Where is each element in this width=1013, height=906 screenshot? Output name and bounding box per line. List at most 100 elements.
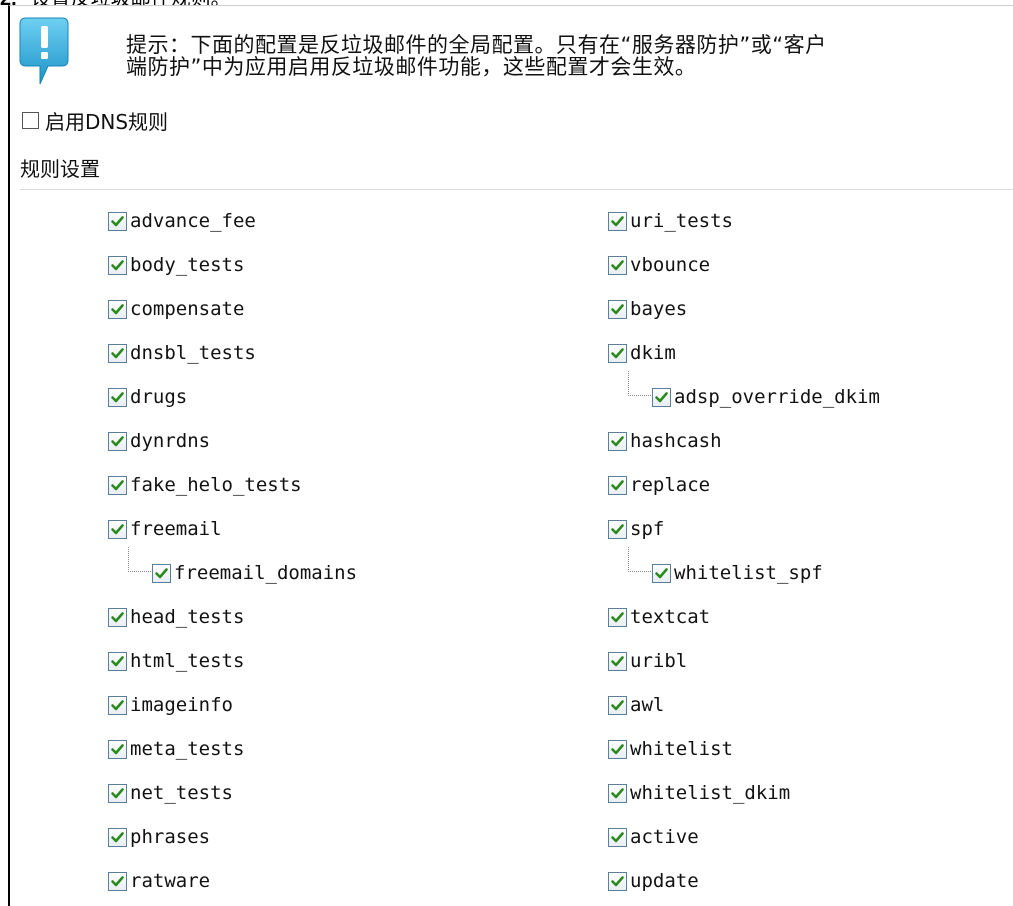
checkbox-checked-icon[interactable] (108, 343, 127, 363)
anti-spam-settings-panel: 提示：下面的配置是反垃圾邮件的全局配置。只有在“服务器防护”或“客户 端防护”中… (8, 5, 1013, 906)
checkbox-checked-icon[interactable] (608, 739, 627, 759)
rule-checkbox-ratware[interactable]: ratware (108, 869, 210, 893)
rule-label: phrases (130, 826, 211, 848)
rule-label: dkim (630, 342, 676, 364)
rule-label: dnsbl_tests (130, 342, 256, 364)
checkbox-checked-icon[interactable] (608, 475, 627, 495)
checkbox-checked-icon[interactable] (608, 827, 627, 847)
checkbox-checked-icon[interactable] (608, 651, 627, 671)
rule-checkbox-uribl[interactable]: uribl (608, 649, 687, 673)
checkbox-checked-icon[interactable] (108, 695, 127, 715)
checkbox-checked-icon[interactable] (152, 563, 171, 583)
checkbox-checked-icon[interactable] (608, 211, 627, 231)
checkbox-checked-icon[interactable] (108, 651, 127, 671)
rule-label: fake_helo_tests (130, 474, 302, 496)
rule-label: update (630, 870, 699, 892)
rule-checkbox-meta-tests[interactable]: meta_tests (108, 737, 244, 761)
checkbox-checked-icon[interactable] (108, 387, 127, 407)
checkbox-checked-icon[interactable] (108, 827, 127, 847)
rule-checkbox-dkim[interactable]: dkim (608, 341, 676, 365)
checkbox-checked-icon[interactable] (108, 431, 127, 451)
rule-label: replace (630, 474, 711, 496)
rule-checkbox-compensate[interactable]: compensate (108, 297, 244, 321)
tree-connector (128, 547, 151, 572)
checkbox-checked-icon[interactable] (608, 519, 627, 539)
rule-checkbox-freemail[interactable]: freemail (108, 517, 222, 541)
rule-label: ratware (130, 870, 211, 892)
rule-checkbox-replace[interactable]: replace (608, 473, 710, 497)
checkbox-checked-icon[interactable] (108, 211, 127, 231)
checkbox-checked-icon[interactable] (608, 431, 627, 451)
checkbox-checked-icon[interactable] (608, 343, 627, 363)
checkbox-checked-icon[interactable] (608, 871, 627, 891)
rule-label: whitelist_spf (674, 562, 823, 584)
rule-label: compensate (130, 298, 245, 320)
rule-checkbox-hashcash[interactable]: hashcash (608, 429, 722, 453)
rule-checkbox-spf[interactable]: spf (608, 517, 664, 541)
rule-label: spf (630, 518, 665, 540)
rule-checkbox-dynrdns[interactable]: dynrdns (108, 429, 210, 453)
rule-label: head_tests (130, 606, 245, 628)
rule-checkbox-textcat[interactable]: textcat (608, 605, 710, 629)
rule-checkbox-whitelist[interactable]: whitelist (608, 737, 733, 761)
rule-checkbox-head-tests[interactable]: head_tests (108, 605, 244, 629)
rule-checkbox-dnsbl-tests[interactable]: dnsbl_tests (108, 341, 256, 365)
rule-checkbox-net-tests[interactable]: net_tests (108, 781, 233, 805)
rule-checkbox-freemail-domains[interactable]: freemail_domains (152, 561, 357, 585)
checkbox-checked-icon[interactable] (108, 607, 127, 627)
exclamation-speech-bubble-icon (18, 16, 70, 88)
rule-label: vbounce (630, 254, 711, 276)
rule-label: awl (630, 694, 665, 716)
checkbox-checked-icon[interactable] (608, 783, 627, 803)
rule-checkbox-active[interactable]: active (608, 825, 699, 849)
rule-settings-title: 规则设置 (20, 157, 100, 181)
rule-label: bayes (630, 298, 688, 320)
checkbox-checked-icon[interactable] (608, 299, 627, 319)
checkbox-checked-icon[interactable] (652, 387, 671, 407)
rule-checkbox-advance-fee[interactable]: advance_fee (108, 209, 256, 233)
rule-checkbox-update[interactable]: update (608, 869, 699, 893)
checkbox-checked-icon[interactable] (108, 519, 127, 539)
tree-connector (628, 547, 651, 572)
checkbox-checked-icon[interactable] (108, 739, 127, 759)
rule-checkbox-html-tests[interactable]: html_tests (108, 649, 244, 673)
rule-checkbox-drugs[interactable]: drugs (108, 385, 187, 409)
rule-label: freemail_domains (174, 562, 358, 584)
rule-checkbox-awl[interactable]: awl (608, 693, 664, 717)
section-divider (20, 189, 1013, 190)
rule-label: drugs (130, 386, 188, 408)
rule-label: freemail (130, 518, 222, 540)
rule-checkbox-imageinfo[interactable]: imageinfo (108, 693, 233, 717)
rule-checkbox-whitelist-dkim[interactable]: whitelist_dkim (608, 781, 790, 805)
checkbox-unchecked-icon[interactable] (22, 111, 39, 129)
rule-checkbox-vbounce[interactable]: vbounce (608, 253, 710, 277)
rule-label: net_tests (130, 782, 233, 804)
rule-label: imageinfo (130, 694, 233, 716)
rule-label: meta_tests (130, 738, 245, 760)
checkbox-checked-icon[interactable] (608, 695, 627, 715)
checkbox-checked-icon[interactable] (652, 563, 671, 583)
rule-checkbox-adsp-override-dkim[interactable]: adsp_override_dkim (652, 385, 880, 409)
checkbox-checked-icon[interactable] (108, 783, 127, 803)
rule-label: body_tests (130, 254, 245, 276)
rule-checkbox-fake-helo-tests[interactable]: fake_helo_tests (108, 473, 302, 497)
rule-checkbox-uri-tests[interactable]: uri_tests (608, 209, 733, 233)
rule-checkbox-body-tests[interactable]: body_tests (108, 253, 244, 277)
checkbox-checked-icon[interactable] (608, 607, 627, 627)
tip-line-1: 提示：下面的配置是反垃圾邮件的全局配置。只有在“服务器防护”或“客户 (126, 33, 827, 57)
rule-label: dynrdns (130, 430, 211, 452)
rule-checkbox-whitelist-spf[interactable]: whitelist_spf (652, 561, 823, 585)
rule-label: html_tests (130, 650, 245, 672)
checkbox-checked-icon[interactable] (108, 871, 127, 891)
rule-checkbox-bayes[interactable]: bayes (608, 297, 687, 321)
rule-checkbox-phrases[interactable]: phrases (108, 825, 210, 849)
checkbox-checked-icon[interactable] (108, 299, 127, 319)
checkbox-checked-icon[interactable] (108, 255, 127, 275)
enable-dns-rules-label: 启用DNS规则 (45, 109, 169, 134)
tip-message: 提示：下面的配置是反垃圾邮件的全局配置。只有在“服务器防护”或“客户 端防护”中… (126, 34, 827, 78)
checkbox-checked-icon[interactable] (108, 475, 127, 495)
enable-dns-rules-checkbox[interactable]: 启用DNS规则 (22, 108, 169, 134)
rule-label: whitelist (630, 738, 733, 760)
rule-label: uribl (630, 650, 688, 672)
checkbox-checked-icon[interactable] (608, 255, 627, 275)
